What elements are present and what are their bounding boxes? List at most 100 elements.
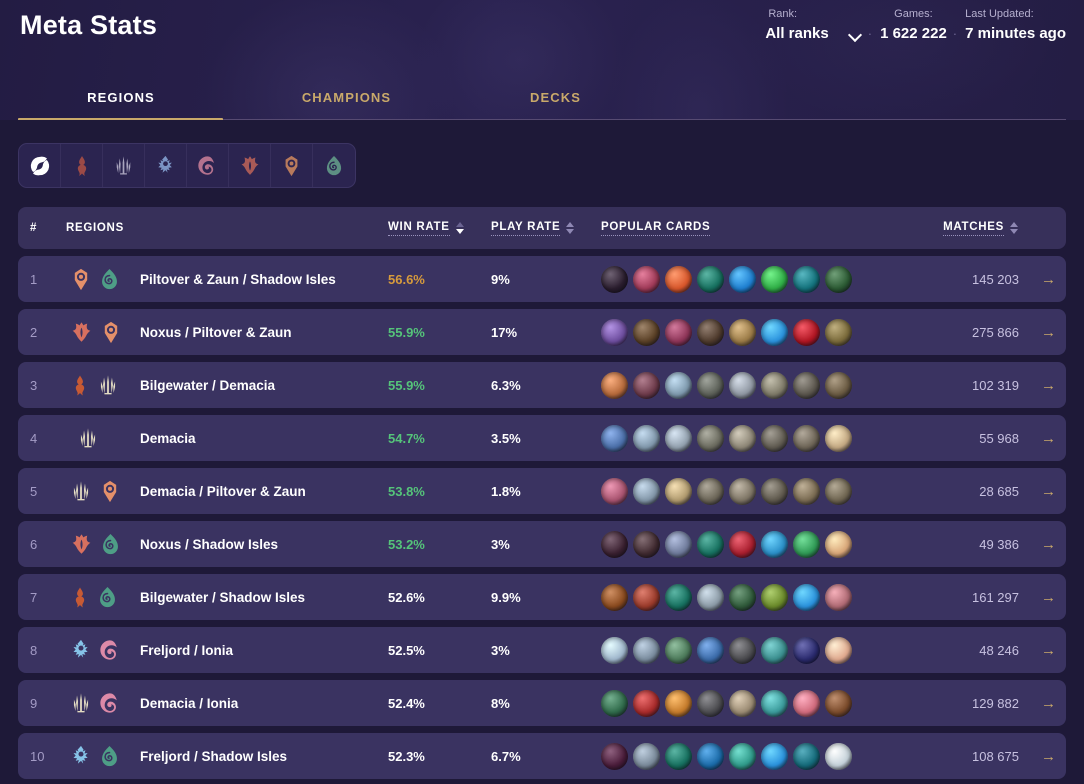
popular-card-avatar[interactable] (729, 530, 756, 558)
popular-card-avatar[interactable] (601, 371, 628, 399)
popular-card-avatar[interactable] (793, 371, 820, 399)
popular-card-avatar[interactable] (729, 636, 756, 664)
popular-card-avatar[interactable] (729, 371, 756, 399)
popular-card-avatar[interactable] (761, 583, 788, 611)
table-row[interactable]: 2 Noxus / Piltover & Zaun 55.9% 17% 275 … (18, 309, 1066, 355)
popular-card-avatar[interactable] (697, 424, 724, 452)
popular-card-avatar[interactable] (761, 265, 788, 293)
region-filter-piltover[interactable] (271, 144, 313, 187)
table-row[interactable]: 3 Bilgewater / Demacia 55.9% 6.3% 102 31… (18, 362, 1066, 408)
popular-card-avatar[interactable] (601, 689, 628, 717)
tab-regions[interactable]: REGIONS (0, 90, 242, 105)
arrow-right-icon[interactable]: → (1019, 589, 1056, 606)
region-filter-bilgewater[interactable] (61, 144, 103, 187)
region-filter-noxus[interactable] (229, 144, 271, 187)
popular-card-avatar[interactable] (697, 477, 724, 505)
popular-card-avatar[interactable] (665, 265, 692, 293)
popular-card-avatar[interactable] (825, 636, 852, 664)
sort-winrate-icon[interactable] (455, 221, 465, 235)
popular-card-avatar[interactable] (633, 424, 660, 452)
popular-card-avatar[interactable] (697, 742, 724, 770)
popular-card-avatar[interactable] (761, 477, 788, 505)
popular-card-avatar[interactable] (825, 742, 852, 770)
table-row[interactable]: 1 Piltover & Zaun / Shadow Isles 56.6% 9… (18, 256, 1066, 302)
popular-card-avatar[interactable] (665, 530, 692, 558)
popular-card-avatar[interactable] (825, 477, 852, 505)
popular-card-avatar[interactable] (761, 371, 788, 399)
popular-card-avatar[interactable] (633, 371, 660, 399)
col-header-matches[interactable]: MATCHES (919, 221, 1019, 236)
popular-card-avatar[interactable] (825, 689, 852, 717)
popular-card-avatar[interactable] (601, 636, 628, 664)
popular-card-avatar[interactable] (601, 583, 628, 611)
arrow-right-icon[interactable]: → (1019, 642, 1056, 659)
popular-card-avatar[interactable] (697, 318, 724, 346)
popular-card-avatar[interactable] (793, 265, 820, 293)
popular-card-avatar[interactable] (793, 583, 820, 611)
table-row[interactable]: 6 Noxus / Shadow Isles 53.2% 3% 49 386 → (18, 521, 1066, 567)
popular-card-avatar[interactable] (601, 742, 628, 770)
sort-playrate-icon[interactable] (566, 221, 575, 235)
arrow-right-icon[interactable]: → (1019, 695, 1056, 712)
arrow-right-icon[interactable]: → (1019, 536, 1056, 553)
popular-card-avatar[interactable] (601, 477, 628, 505)
region-filter-shadowisles[interactable] (313, 144, 355, 187)
popular-card-avatar[interactable] (665, 477, 692, 505)
table-row[interactable]: 5 Demacia / Piltover & Zaun 53.8% 1.8% 2… (18, 468, 1066, 514)
popular-card-avatar[interactable] (601, 265, 628, 293)
popular-card-avatar[interactable] (633, 689, 660, 717)
table-row[interactable]: 8 Freljord / Ionia 52.5% 3% 48 246 → (18, 627, 1066, 673)
arrow-right-icon[interactable]: → (1019, 483, 1056, 500)
popular-card-avatar[interactable] (601, 530, 628, 558)
popular-card-avatar[interactable] (729, 424, 756, 452)
region-filter-ionia[interactable] (187, 144, 229, 187)
popular-card-avatar[interactable] (793, 742, 820, 770)
popular-card-avatar[interactable] (729, 318, 756, 346)
tab-decks[interactable]: DECKS (451, 90, 660, 105)
popular-card-avatar[interactable] (697, 371, 724, 399)
col-header-playrate[interactable]: PLAY RATE (491, 221, 601, 236)
arrow-right-icon[interactable]: → (1019, 748, 1056, 765)
popular-card-avatar[interactable] (825, 318, 852, 346)
table-row[interactable]: 10 Freljord / Shadow Isles 52.3% 6.7% 10… (18, 733, 1066, 779)
popular-card-avatar[interactable] (729, 689, 756, 717)
popular-card-avatar[interactable] (633, 477, 660, 505)
popular-card-avatar[interactable] (665, 742, 692, 770)
tab-champions[interactable]: CHAMPIONS (242, 90, 451, 105)
popular-card-avatar[interactable] (633, 636, 660, 664)
popular-card-avatar[interactable] (729, 477, 756, 505)
popular-card-avatar[interactable] (761, 318, 788, 346)
popular-card-avatar[interactable] (665, 583, 692, 611)
popular-card-avatar[interactable] (665, 371, 692, 399)
popular-card-avatar[interactable] (793, 636, 820, 664)
popular-card-avatar[interactable] (825, 424, 852, 452)
popular-card-avatar[interactable] (761, 742, 788, 770)
popular-card-avatar[interactable] (601, 318, 628, 346)
popular-card-avatar[interactable] (793, 689, 820, 717)
popular-card-avatar[interactable] (697, 689, 724, 717)
popular-card-avatar[interactable] (633, 318, 660, 346)
arrow-right-icon[interactable]: → (1019, 430, 1056, 447)
popular-card-avatar[interactable] (825, 583, 852, 611)
popular-card-avatar[interactable] (761, 530, 788, 558)
arrow-right-icon[interactable]: → (1019, 324, 1056, 341)
table-row[interactable]: 4 Demacia 54.7% 3.5% 55 968 → (18, 415, 1066, 461)
popular-card-avatar[interactable] (601, 424, 628, 452)
popular-card-avatar[interactable] (697, 636, 724, 664)
arrow-right-icon[interactable]: → (1019, 271, 1056, 288)
region-filter-demacia[interactable] (103, 144, 145, 187)
popular-card-avatar[interactable] (729, 742, 756, 770)
rank-filter[interactable]: Rank: All ranks (765, 8, 861, 44)
popular-card-avatar[interactable] (665, 689, 692, 717)
popular-card-avatar[interactable] (761, 689, 788, 717)
popular-card-avatar[interactable] (793, 318, 820, 346)
popular-card-avatar[interactable] (825, 530, 852, 558)
popular-card-avatar[interactable] (825, 371, 852, 399)
col-header-winrate[interactable]: WIN RATE (388, 221, 491, 236)
popular-card-avatar[interactable] (665, 424, 692, 452)
sort-matches-icon[interactable] (1010, 221, 1019, 235)
popular-card-avatar[interactable] (633, 265, 660, 293)
region-filter-all[interactable] (19, 144, 61, 187)
popular-card-avatar[interactable] (633, 583, 660, 611)
popular-card-avatar[interactable] (633, 530, 660, 558)
